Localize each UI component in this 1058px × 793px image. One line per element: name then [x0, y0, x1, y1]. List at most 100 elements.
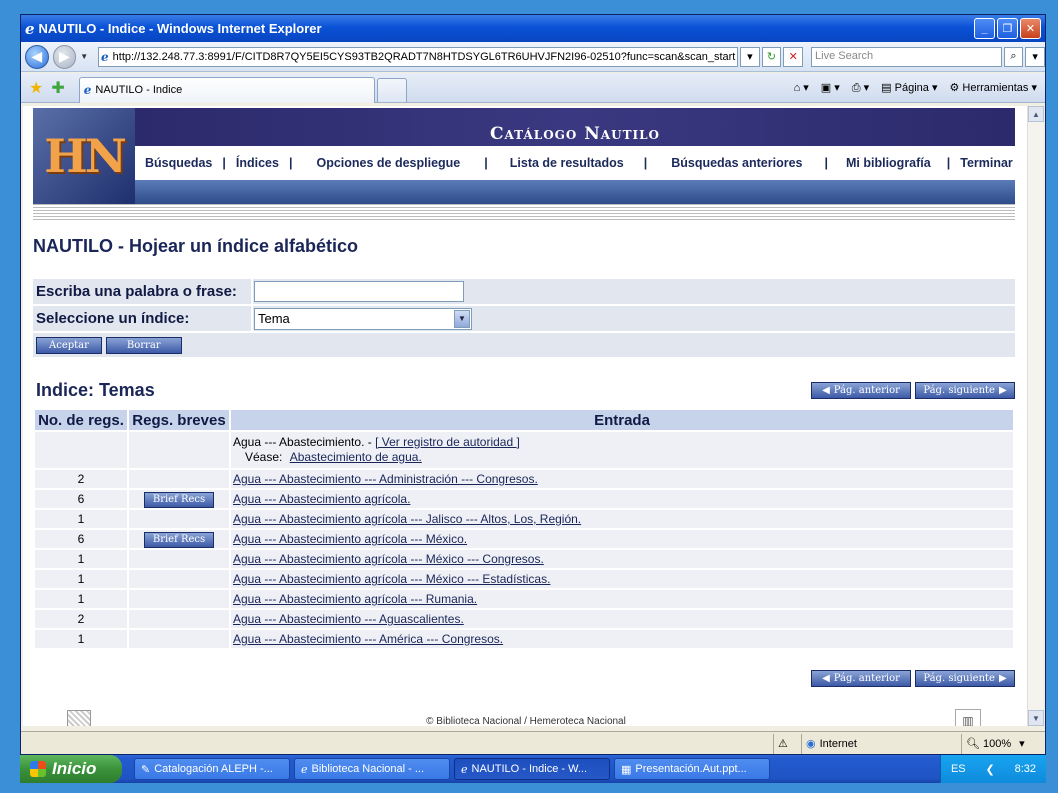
address-text: http://132.248.77.3:8991/F/CITD8R7QY5EI5… [112, 50, 736, 63]
protected-mode-icon[interactable]: ⚠ [773, 733, 801, 754]
arrow-right-icon: ▶ [998, 385, 1007, 396]
row-count: 1 [35, 630, 127, 648]
zoom-control[interactable]: 🔍︎ 100% ▾ [961, 733, 1045, 754]
language-indicator[interactable]: ES [951, 763, 966, 775]
tray-arrow-icon[interactable]: ❮ [986, 763, 995, 776]
close-button[interactable]: ✕ [1020, 18, 1041, 39]
pager-top: ◀ Pág. anterior Pág. siguiente ▶ [811, 382, 1015, 399]
search-options-icon[interactable]: ▾ [1025, 46, 1045, 67]
accept-button[interactable]: Aceptar [36, 336, 102, 354]
nav-busquedas-anteriores[interactable]: Búsquedas anteriores [671, 156, 802, 170]
table-row: 6 Brief Recs Agua --- Abastecimiento agríc… [35, 490, 1013, 508]
forward-button[interactable]: ▶ [52, 44, 77, 69]
entry-link[interactable]: Agua --- Abastecimiento agrícola --- Jal… [233, 512, 581, 526]
tab-page-icon: e [83, 83, 92, 97]
nav-terminar[interactable]: Terminar [960, 156, 1013, 170]
tools-menu[interactable]: ⚙ Herramientas ▾ [949, 81, 1037, 94]
col-entry: Entrada [231, 410, 1013, 430]
scroll-down-icon[interactable]: ▼ [1028, 710, 1044, 726]
vertical-scrollbar[interactable]: ▲ ▼ [1027, 106, 1044, 726]
entry-link[interactable]: Agua --- Abastecimiento agrícola --- Méx… [233, 572, 550, 586]
row-count: 1 [35, 590, 127, 608]
row-count: 2 [35, 470, 127, 488]
tab-toolbar: ★ ✚ e NAUTILO - Indice ⌂ ▾ ▣ ▾ ⎙ ▾ ▤ Pág… [21, 73, 1045, 103]
task-biblioteca[interactable]: e Biblioteca Nacional - ... [294, 758, 450, 780]
home-icon[interactable]: ⌂ ▾ [794, 81, 809, 94]
clear-button[interactable]: Borrar [105, 336, 182, 354]
tab-label: NAUTILO - Indice [95, 84, 183, 96]
address-bar[interactable]: e http://132.248.77.3:8991/F/CITD8R7QY5E… [98, 46, 738, 67]
col-count: No. de regs. [35, 410, 127, 430]
zoom-dropdown-icon: ▾ [1019, 738, 1025, 750]
favorites-star-icon[interactable]: ★ [29, 78, 43, 98]
entry-link[interactable]: Agua --- Abastecimiento --- Aguascalient… [233, 612, 464, 626]
row-count: 1 [35, 550, 127, 568]
nav-opciones-despliegue[interactable]: Opciones de despliegue [316, 156, 460, 170]
feeds-icon[interactable]: ▣ ▾ [821, 81, 840, 94]
tab-nautilo-indice[interactable]: e NAUTILO - Indice [78, 76, 375, 103]
divider [33, 204, 1015, 222]
chevron-down-icon[interactable]: ▼ [454, 309, 470, 328]
nav-mi-bibliografia[interactable]: Mi bibliografía [846, 156, 931, 170]
authority-record-link[interactable]: [ Ver registro de autoridad ] [375, 435, 520, 449]
entry-link[interactable]: Agua --- Abastecimiento --- América --- … [233, 632, 503, 646]
word-label: Escriba una palabra o frase: [36, 283, 237, 300]
entry-link[interactable]: Agua --- Abastecimiento agrícola --- Méx… [233, 532, 467, 546]
title-bar[interactable]: e NAUTILO - Indice - Windows Internet Ex… [21, 15, 1045, 42]
catalog-banner: HN Catálogo Nautilo Búsquedas | Índices … [33, 108, 1015, 204]
table-row: 2 Agua --- Abastecimiento --- Administrac… [35, 470, 1013, 488]
table-row: 6 Brief Recs Agua --- Abastecimiento agríc… [35, 530, 1013, 548]
entry-link[interactable]: Agua --- Abastecimiento --- Administraci… [233, 472, 538, 486]
nav-lista-resultados[interactable]: Lista de resultados [510, 156, 624, 170]
task-catalogacion[interactable]: ✎ Catalogación ALEPH -... [134, 758, 290, 780]
nav-indices[interactable]: Índices [236, 156, 279, 170]
main-nav: Búsquedas | Índices | Opciones de despli… [135, 146, 1015, 180]
arrow-left-icon: ◀ [822, 673, 830, 684]
browser-window: e NAUTILO - Indice - Windows Internet Ex… [20, 14, 1046, 755]
refresh-icon[interactable]: ↻ [761, 46, 782, 67]
prev-page-button-bottom[interactable]: ◀ Pág. anterior [811, 670, 911, 687]
entry-link[interactable]: Agua --- Abastecimiento agrícola --- Rum… [233, 592, 477, 606]
hn-logo[interactable]: HN [33, 108, 135, 204]
word-input[interactable] [254, 281, 464, 302]
entry-link[interactable]: Agua --- Abastecimiento agrícola. [233, 492, 410, 506]
entry-link[interactable]: Agua --- Abastecimiento agrícola --- Méx… [233, 552, 544, 566]
see-also-link[interactable]: Abastecimiento de agua. [290, 450, 422, 464]
col-brief: Regs. breves [129, 410, 229, 430]
brief-recs-button[interactable]: Brief Recs [144, 491, 214, 508]
address-toolbar: ◀ ▶ ▼ e http://132.248.77.3:8991/F/CITD8… [21, 42, 1045, 72]
table-row: 1 Agua --- Abastecimiento agrícola --- Ru… [35, 590, 1013, 608]
start-button[interactable]: Inicio [20, 755, 122, 783]
search-icon[interactable]: ⌕ [1003, 46, 1024, 67]
live-search-input[interactable]: Live Search [811, 46, 1002, 67]
footer-copyright: © Biblioteca Nacional / Hemeroteca Nacio… [426, 716, 626, 726]
table-row: Agua --- Abastecimiento. - [ Ver registr… [35, 432, 1013, 468]
new-tab-button[interactable] [376, 77, 407, 102]
row-count: 1 [35, 570, 127, 588]
status-bar: ⚠ ◉ Internet 🔍︎ 100% ▾ [21, 731, 1045, 754]
history-dropdown-icon[interactable]: ▼ [80, 52, 90, 61]
row-count: 1 [35, 510, 127, 528]
globe-icon: ◉ [806, 738, 816, 750]
next-page-button-bottom[interactable]: Pág. siguiente ▶ [915, 670, 1015, 687]
add-favorites-icon[interactable]: ✚ [51, 78, 64, 98]
minimize-button[interactable]: _ [974, 18, 995, 39]
restore-button[interactable]: ❐ [997, 18, 1018, 39]
nav-busquedas[interactable]: Búsquedas [145, 156, 212, 170]
prev-page-button[interactable]: ◀ Pág. anterior [811, 382, 911, 399]
task-presentacion[interactable]: ▦ Presentación.Aut.ppt... [614, 758, 770, 780]
zone-indicator[interactable]: ◉ Internet [801, 733, 961, 754]
back-button[interactable]: ◀ [25, 44, 49, 69]
index-select[interactable]: Tema ▼ [254, 307, 472, 330]
address-dropdown-icon[interactable]: ▾ [740, 46, 760, 67]
table-row: 1 Agua --- Abastecimiento agrícola --- Mé… [35, 570, 1013, 588]
ie-icon: e [25, 19, 35, 38]
table-row: 2 Agua --- Abastecimiento --- Aguascalien… [35, 610, 1013, 628]
brief-recs-button[interactable]: Brief Recs [144, 531, 214, 548]
print-icon[interactable]: ⎙ ▾ [852, 81, 869, 95]
scroll-up-icon[interactable]: ▲ [1028, 106, 1044, 122]
next-page-button[interactable]: Pág. siguiente ▶ [915, 382, 1015, 399]
page-menu[interactable]: ▤ Página ▾ [881, 81, 937, 94]
task-nautilo[interactable]: e NAUTILO - Indice - W... [454, 758, 610, 780]
stop-icon[interactable]: ✕ [783, 46, 804, 67]
